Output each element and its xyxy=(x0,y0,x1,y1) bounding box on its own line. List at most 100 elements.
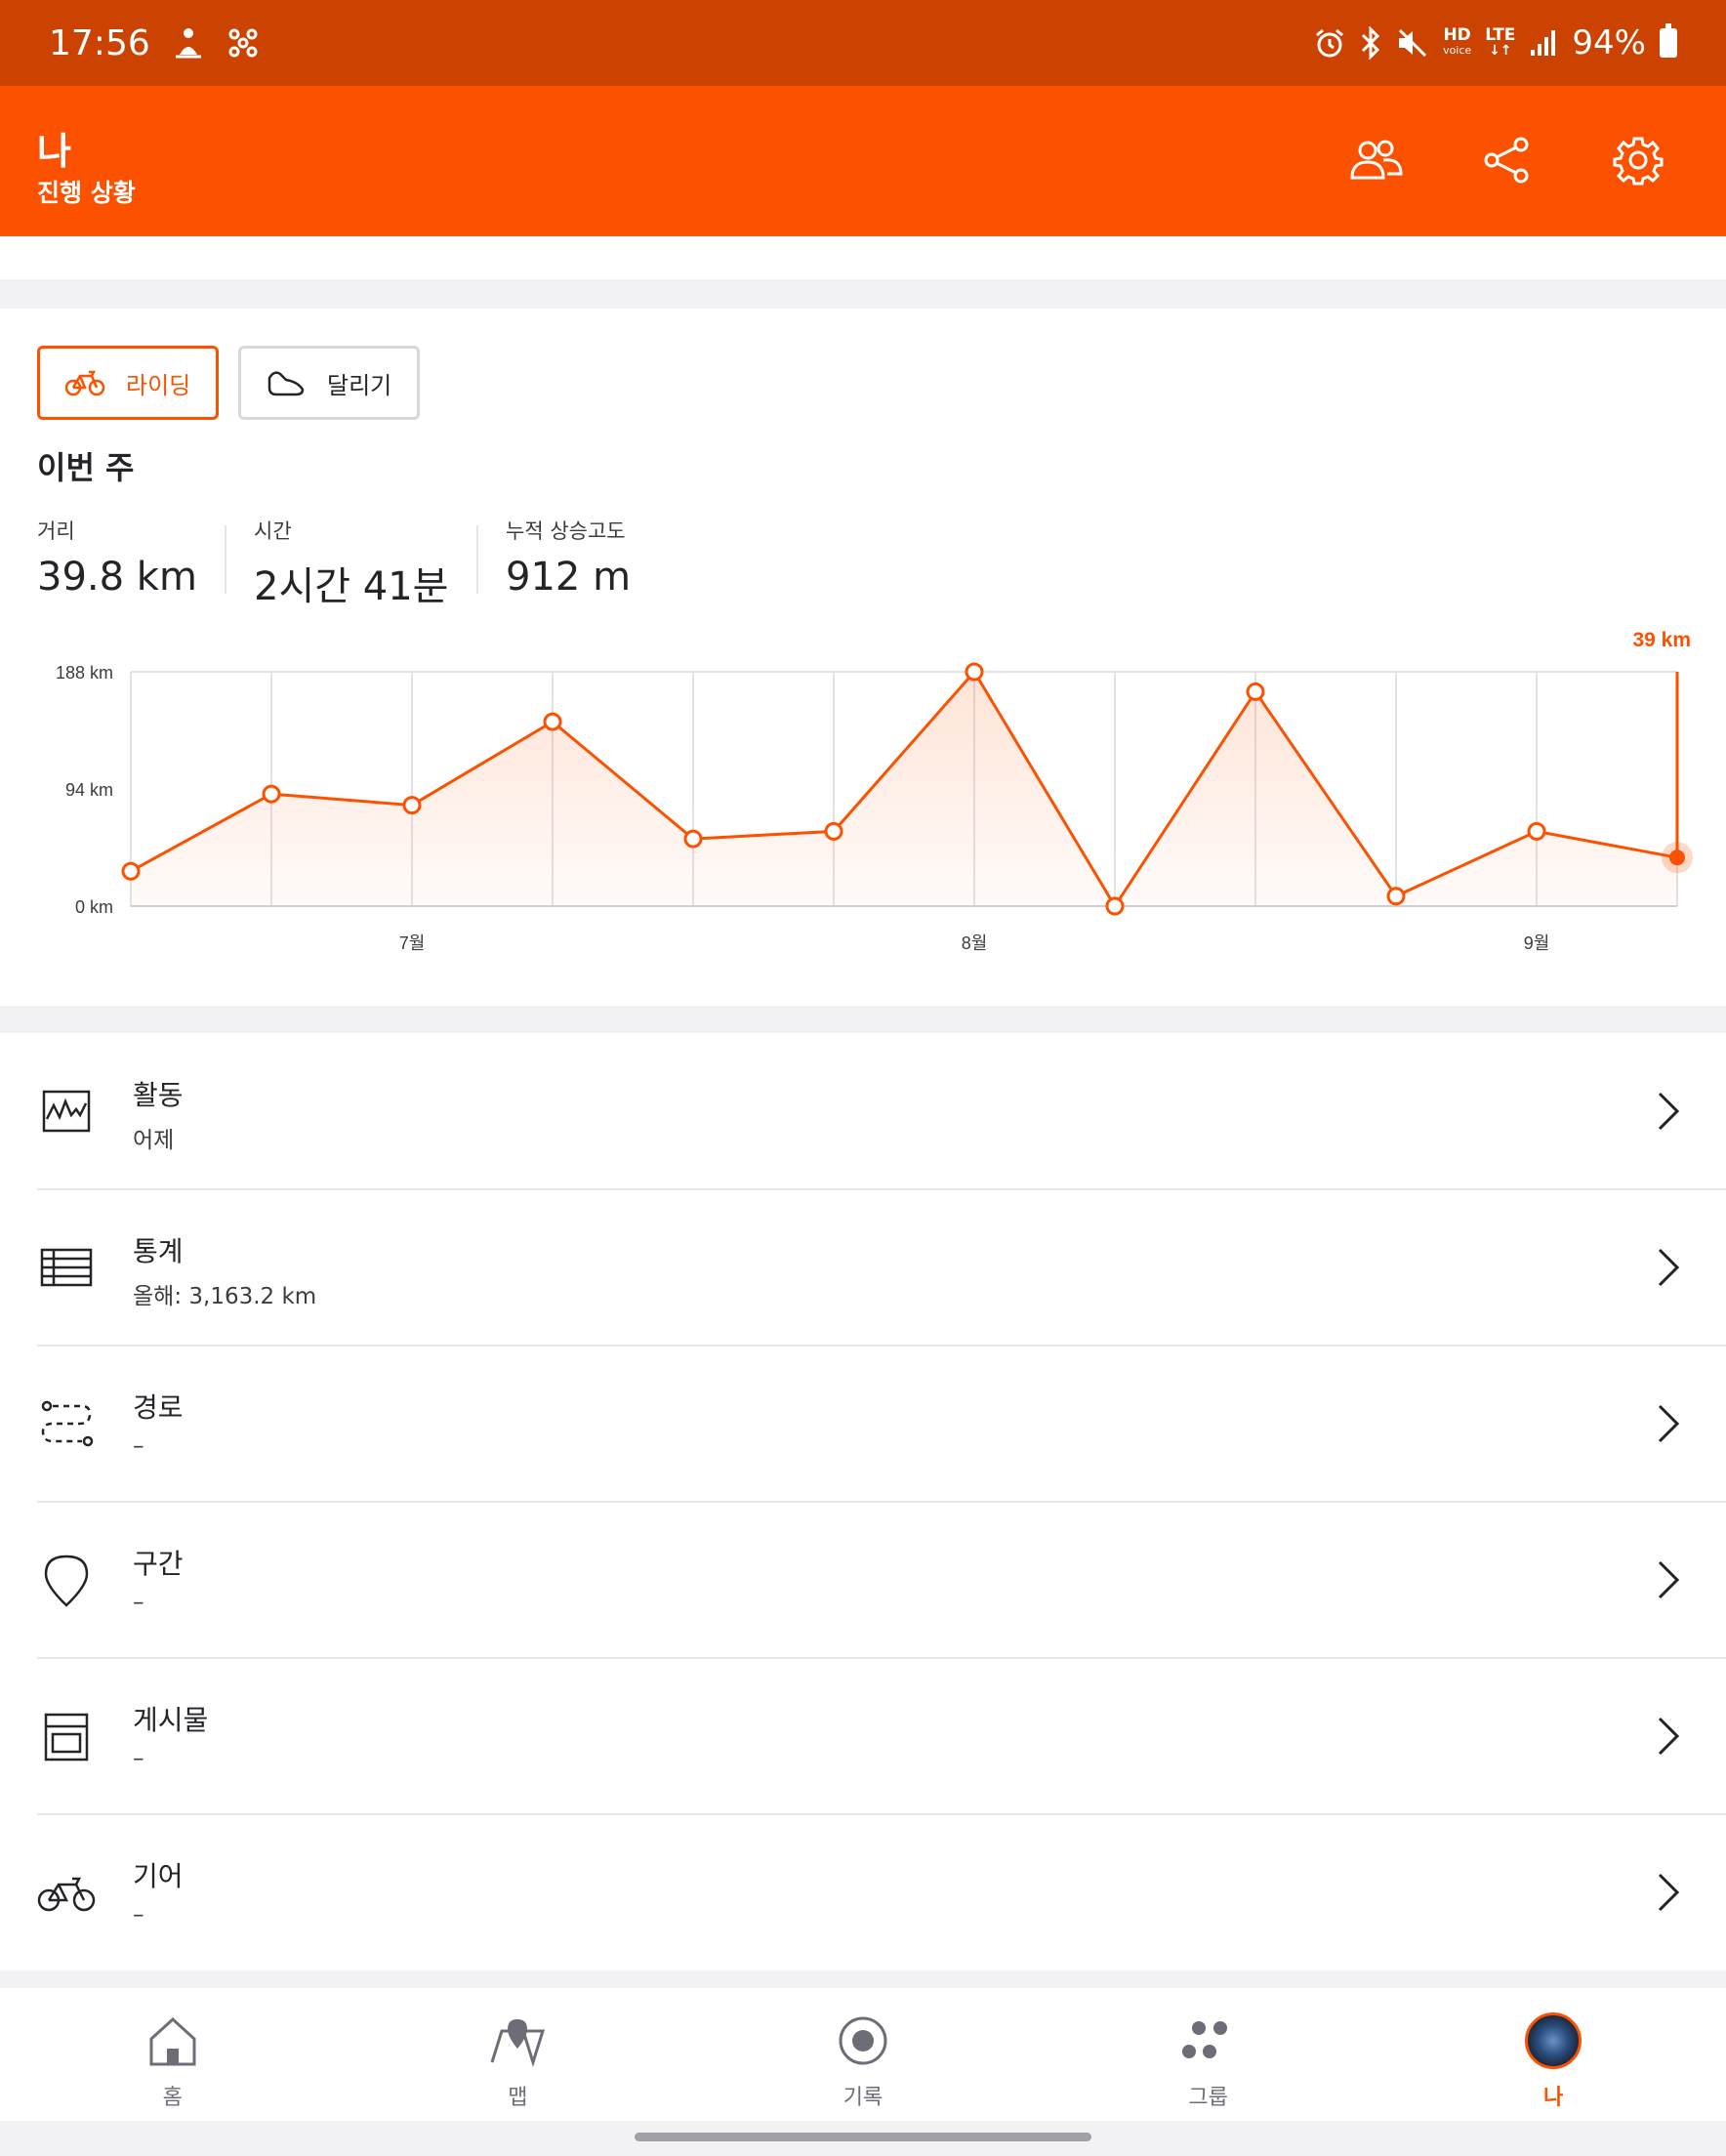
stat-label: 누적 상승고도 xyxy=(506,519,626,543)
stat-value: 2시간 41분 xyxy=(254,564,449,609)
progress-card: 라이딩 달리기 이번 주 거리 39.8 km 시간 2시간 41분 누적 상승… xyxy=(0,309,1726,1006)
menu-item-segments[interactable]: 구간 – xyxy=(0,1502,1726,1658)
menu-item-subtitle: 올해: 3,163.2 km xyxy=(133,1284,317,1309)
hd-label: HD xyxy=(1443,25,1471,45)
mute-icon xyxy=(1399,28,1427,58)
chart-point[interactable] xyxy=(1246,682,1265,701)
chart-point-current[interactable] xyxy=(1669,850,1685,866)
nav-you[interactable]: 나 xyxy=(1380,1988,1726,2121)
chevron-right-icon xyxy=(1658,1248,1680,1287)
ride-sport-button[interactable]: 라이딩 xyxy=(37,346,219,420)
nav-label: 맵 xyxy=(508,2086,528,2110)
record-icon xyxy=(839,2016,887,2065)
stat-value: 912 m xyxy=(506,555,632,600)
chart-point[interactable] xyxy=(121,861,141,881)
nav-label: 나 xyxy=(1543,2086,1564,2110)
chart-point[interactable] xyxy=(683,829,703,849)
nav-home[interactable]: 홈 xyxy=(0,1988,346,2121)
lte-label: LTE xyxy=(1485,25,1516,45)
nav-label: 그룹 xyxy=(1188,2086,1228,2110)
stat-elevation: 누적 상승고도 912 m xyxy=(506,516,631,600)
menu-item-subtitle: – xyxy=(133,1590,144,1615)
weekly-distance-chart: 0 km 94 km 188 km 7월 8월 9월 39 km xyxy=(56,629,1693,953)
status-time: 17:56 xyxy=(49,22,150,63)
signal-icon xyxy=(1531,30,1556,56)
bike-icon xyxy=(37,1877,96,1912)
chart-point[interactable] xyxy=(1527,821,1546,841)
chart-point[interactable] xyxy=(965,662,984,682)
activity-chart-icon xyxy=(42,1090,91,1133)
chart-point[interactable] xyxy=(543,712,562,731)
menu-item-title: 구간 xyxy=(133,1548,184,1580)
share-icon xyxy=(1484,137,1529,184)
map-icon xyxy=(490,2019,546,2068)
nav-record[interactable]: 기록 xyxy=(690,1988,1036,2121)
chart-point[interactable] xyxy=(402,796,422,815)
stat-divider xyxy=(225,525,226,594)
run-label: 달리기 xyxy=(327,371,392,399)
battery-icon xyxy=(1660,23,1677,58)
nav-label: 홈 xyxy=(162,2086,183,2110)
voice-label: voice xyxy=(1443,44,1472,57)
x-tick-label: 8월 xyxy=(962,933,988,953)
nav-groups[interactable]: 그룹 xyxy=(1036,1988,1381,2121)
route-icon xyxy=(41,1400,94,1447)
page-subtitle: 진행 상황 xyxy=(37,179,136,207)
gesture-area xyxy=(0,2121,1726,2156)
stat-time: 시간 2시간 41분 xyxy=(254,516,448,611)
hd-voice-badge: HD voice xyxy=(1443,27,1471,59)
nav-label: 기록 xyxy=(842,2086,884,2110)
stat-label: 거리 xyxy=(37,519,75,543)
menu-item-gear[interactable]: 기어 – xyxy=(0,1814,1726,1970)
gesture-handle[interactable] xyxy=(635,2133,1091,2141)
chevron-right-icon xyxy=(1658,1717,1680,1756)
nav-maps[interactable]: 맵 xyxy=(346,1988,691,2121)
bike-icon xyxy=(65,370,104,396)
menu-item-routes[interactable]: 경로 – xyxy=(0,1346,1726,1502)
stat-distance: 거리 39.8 km xyxy=(37,516,197,600)
x-tick-label: 7월 xyxy=(399,933,426,953)
menu-item-statistics[interactable]: 통계 올해: 3,163.2 km xyxy=(0,1189,1726,1346)
bluetooth-icon xyxy=(1362,26,1380,60)
x-tick-label: 9월 xyxy=(1524,933,1550,953)
y-tick-label: 94 km xyxy=(65,780,113,800)
ride-label: 라이딩 xyxy=(126,371,191,399)
share-button[interactable] xyxy=(1478,131,1537,189)
menu-item-activities[interactable]: 활동 어제 xyxy=(0,1033,1726,1189)
meditation-icon xyxy=(175,28,201,59)
chevron-right-icon xyxy=(1658,1404,1680,1443)
week-title: 이번 주 xyxy=(37,449,135,486)
settings-button[interactable] xyxy=(1609,131,1667,189)
menu-item-title: 통계 xyxy=(133,1235,184,1267)
friends-button[interactable] xyxy=(1347,131,1406,189)
chart-point[interactable] xyxy=(1386,887,1406,906)
alarm-icon xyxy=(1316,28,1344,58)
run-sport-button[interactable]: 달리기 xyxy=(238,346,420,420)
home-icon xyxy=(149,2016,196,2066)
avatar xyxy=(1525,2012,1582,2069)
lte-badge: LTE ↓↑ xyxy=(1485,25,1516,60)
current-week-label: 39 km xyxy=(1632,629,1691,651)
menu-item-subtitle: – xyxy=(133,1746,144,1771)
chart-area xyxy=(131,672,1677,906)
chart-point[interactable] xyxy=(824,821,843,841)
y-tick-label: 0 km xyxy=(75,897,113,917)
menu-item-title: 경로 xyxy=(133,1391,184,1424)
chevron-right-icon xyxy=(1658,1560,1680,1599)
page-title: 나 xyxy=(37,130,71,173)
menu-item-title: 활동 xyxy=(133,1079,184,1111)
groups-icon xyxy=(1181,2021,1227,2058)
segment-pin-icon xyxy=(44,1555,89,1607)
shoe-icon xyxy=(267,371,305,396)
menu-item-title: 게시물 xyxy=(133,1704,209,1736)
chevron-right-icon xyxy=(1658,1873,1680,1912)
menu-item-title: 기어 xyxy=(133,1860,184,1892)
chevron-right-icon xyxy=(1658,1092,1680,1131)
menu-item-subtitle: – xyxy=(133,1902,144,1928)
stat-divider xyxy=(476,525,478,594)
app-bar: 나 진행 상황 xyxy=(0,86,1726,236)
chart-point[interactable] xyxy=(262,784,281,804)
chart-point[interactable] xyxy=(1105,896,1125,916)
flower-icon xyxy=(228,28,258,58)
menu-item-posts[interactable]: 게시물 – xyxy=(0,1658,1726,1814)
